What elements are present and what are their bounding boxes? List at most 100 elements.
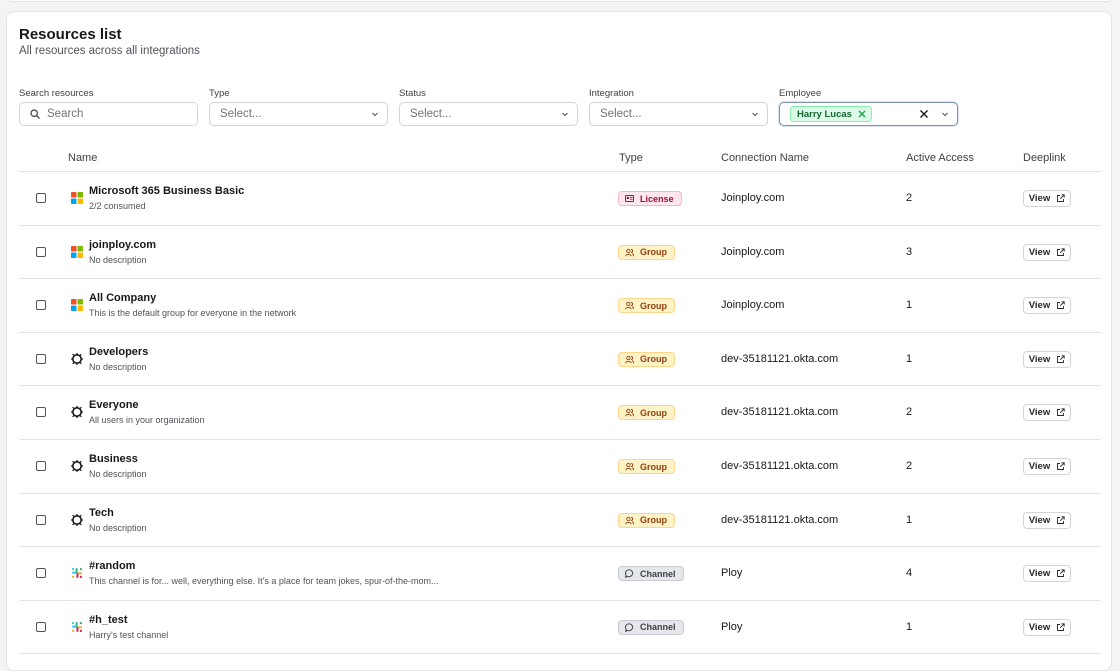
view-button[interactable]: View <box>1023 243 1071 261</box>
external-link-icon <box>1057 355 1065 363</box>
type-badge-label: Group <box>640 354 667 365</box>
type-badge: Group <box>618 459 675 474</box>
view-button-label: View <box>1028 461 1051 472</box>
okta-icon <box>71 513 83 526</box>
view-button-label: View <box>1028 514 1051 526</box>
row-checkbox[interactable] <box>36 246 46 257</box>
table-row[interactable]: All Company This is the default group for… <box>19 279 1101 333</box>
users-icon <box>625 248 634 256</box>
resource-name[interactable]: Developers <box>89 346 148 358</box>
row-checkbox[interactable] <box>36 193 46 203</box>
resource-name[interactable]: Business <box>89 453 138 465</box>
view-button[interactable]: View <box>1023 297 1071 315</box>
remove-chip-icon[interactable] <box>858 110 866 118</box>
resource-description: No description <box>89 361 147 372</box>
active-access-count: 4 <box>906 567 913 580</box>
table-row[interactable]: joinploy.com No description Group Joinploy.… <box>19 226 1101 280</box>
type-badge-label: Group <box>640 461 667 472</box>
search-icon <box>30 109 40 119</box>
row-checkbox[interactable] <box>36 353 46 364</box>
slack-icon <box>72 621 82 632</box>
chevron-down-icon <box>752 112 758 117</box>
type-badge-label: Group <box>640 247 667 258</box>
connection-name: Joinploy.com <box>721 299 785 312</box>
resource-name[interactable]: Microsoft 365 Business Basic <box>89 185 244 197</box>
active-access-count: 1 <box>906 513 913 526</box>
resource-name[interactable]: Everyone <box>89 399 139 411</box>
status-select-placeholder: Select... <box>410 108 452 120</box>
resources-card: Resources list All resources across all … <box>6 11 1112 671</box>
resource-name[interactable]: All Company <box>89 292 156 304</box>
type-select[interactable]: Select... <box>209 102 388 126</box>
active-access-count: 3 <box>906 245 913 258</box>
resource-description: This is the default group for everyone i… <box>89 308 297 319</box>
column-name[interactable]: Name <box>68 152 97 164</box>
users-icon <box>625 302 634 310</box>
resource-name[interactable]: #random <box>89 560 135 572</box>
employee-select[interactable]: Harry Lucas <box>779 102 958 126</box>
view-button[interactable]: View <box>1023 565 1071 583</box>
column-connection-name[interactable]: Connection Name <box>721 152 809 164</box>
row-checkbox[interactable] <box>36 621 46 632</box>
view-button[interactable]: View <box>1023 458 1071 475</box>
status-select[interactable]: Select... <box>399 102 578 126</box>
type-filter-label: Type <box>209 88 230 99</box>
type-badge-label: Group <box>640 515 667 526</box>
resource-name[interactable]: joinploy.com <box>89 239 156 251</box>
table-row[interactable]: Tech No description Group dev-35181121.okta… <box>19 494 1101 548</box>
table-row[interactable]: Business No description Group dev-35181121.… <box>19 440 1101 494</box>
view-button[interactable]: View <box>1023 404 1071 422</box>
chevron-down-icon <box>942 112 948 117</box>
row-checkbox[interactable] <box>36 407 46 418</box>
clear-icon[interactable] <box>919 109 929 119</box>
okta-icon <box>71 460 83 472</box>
connection-name: Joinploy.com <box>721 245 785 258</box>
okta-icon <box>71 352 83 365</box>
type-badge: Group <box>618 244 675 260</box>
integration-filter-label: Integration <box>589 88 634 99</box>
column-type[interactable]: Type <box>619 152 643 164</box>
employee-filter-label: Employee <box>779 88 822 99</box>
resource-description: All users in your organization <box>89 415 205 426</box>
view-button-label: View <box>1028 353 1051 365</box>
table-row[interactable]: Microsoft 365 Business Basic 2/2 consumed… <box>19 172 1101 226</box>
connection-name: dev-35181121.okta.com <box>721 513 839 526</box>
row-checkbox[interactable] <box>36 568 46 579</box>
search-label: Search resources <box>19 88 94 99</box>
type-badge: License <box>618 191 682 206</box>
slack-icon <box>72 568 82 579</box>
active-access-count: 1 <box>906 352 913 365</box>
active-access-count: 2 <box>906 406 913 419</box>
integration-select[interactable]: Select... <box>589 102 768 126</box>
view-button-label: View <box>1028 621 1051 633</box>
type-select-placeholder: Select... <box>220 108 262 120</box>
employee-chip: Harry Lucas <box>790 106 872 122</box>
connection-name: Ploy <box>721 620 743 633</box>
type-badge-label: Group <box>640 300 667 311</box>
table-header: Name Type Connection Name Active Access … <box>19 144 1101 172</box>
resource-description: This channel is for... well, everything … <box>89 576 439 587</box>
table-row[interactable]: Developers No description Group dev-3518112… <box>19 333 1101 387</box>
resource-name[interactable]: #h_test <box>89 614 128 626</box>
view-button[interactable]: View <box>1023 350 1071 368</box>
table-row[interactable]: Everyone All users in your organization Gr… <box>19 386 1101 440</box>
resource-name[interactable]: Tech <box>89 507 114 519</box>
connection-name: dev-35181121.okta.com <box>721 460 839 472</box>
external-link-icon <box>1057 247 1065 256</box>
row-checkbox[interactable] <box>36 514 46 525</box>
chevron-down-icon <box>562 112 568 117</box>
view-button[interactable]: View <box>1023 511 1071 529</box>
external-link-icon <box>1057 301 1065 310</box>
microsoft-icon <box>71 192 83 204</box>
row-checkbox[interactable] <box>36 461 46 471</box>
message-circle-icon <box>625 623 634 632</box>
table-row[interactable]: #random This channel is for... well, ever… <box>19 547 1101 601</box>
search-input[interactable]: Search <box>19 102 198 126</box>
column-active-access[interactable]: Active Access <box>906 152 974 164</box>
resource-description: No description <box>89 254 147 265</box>
view-button[interactable]: View <box>1023 618 1071 636</box>
view-button[interactable]: View <box>1023 190 1071 207</box>
table-row[interactable]: #h_test Harry's test channel Channel Ploy 1 V… <box>19 601 1101 655</box>
row-checkbox[interactable] <box>36 300 46 311</box>
type-badge-label: License <box>640 193 674 204</box>
